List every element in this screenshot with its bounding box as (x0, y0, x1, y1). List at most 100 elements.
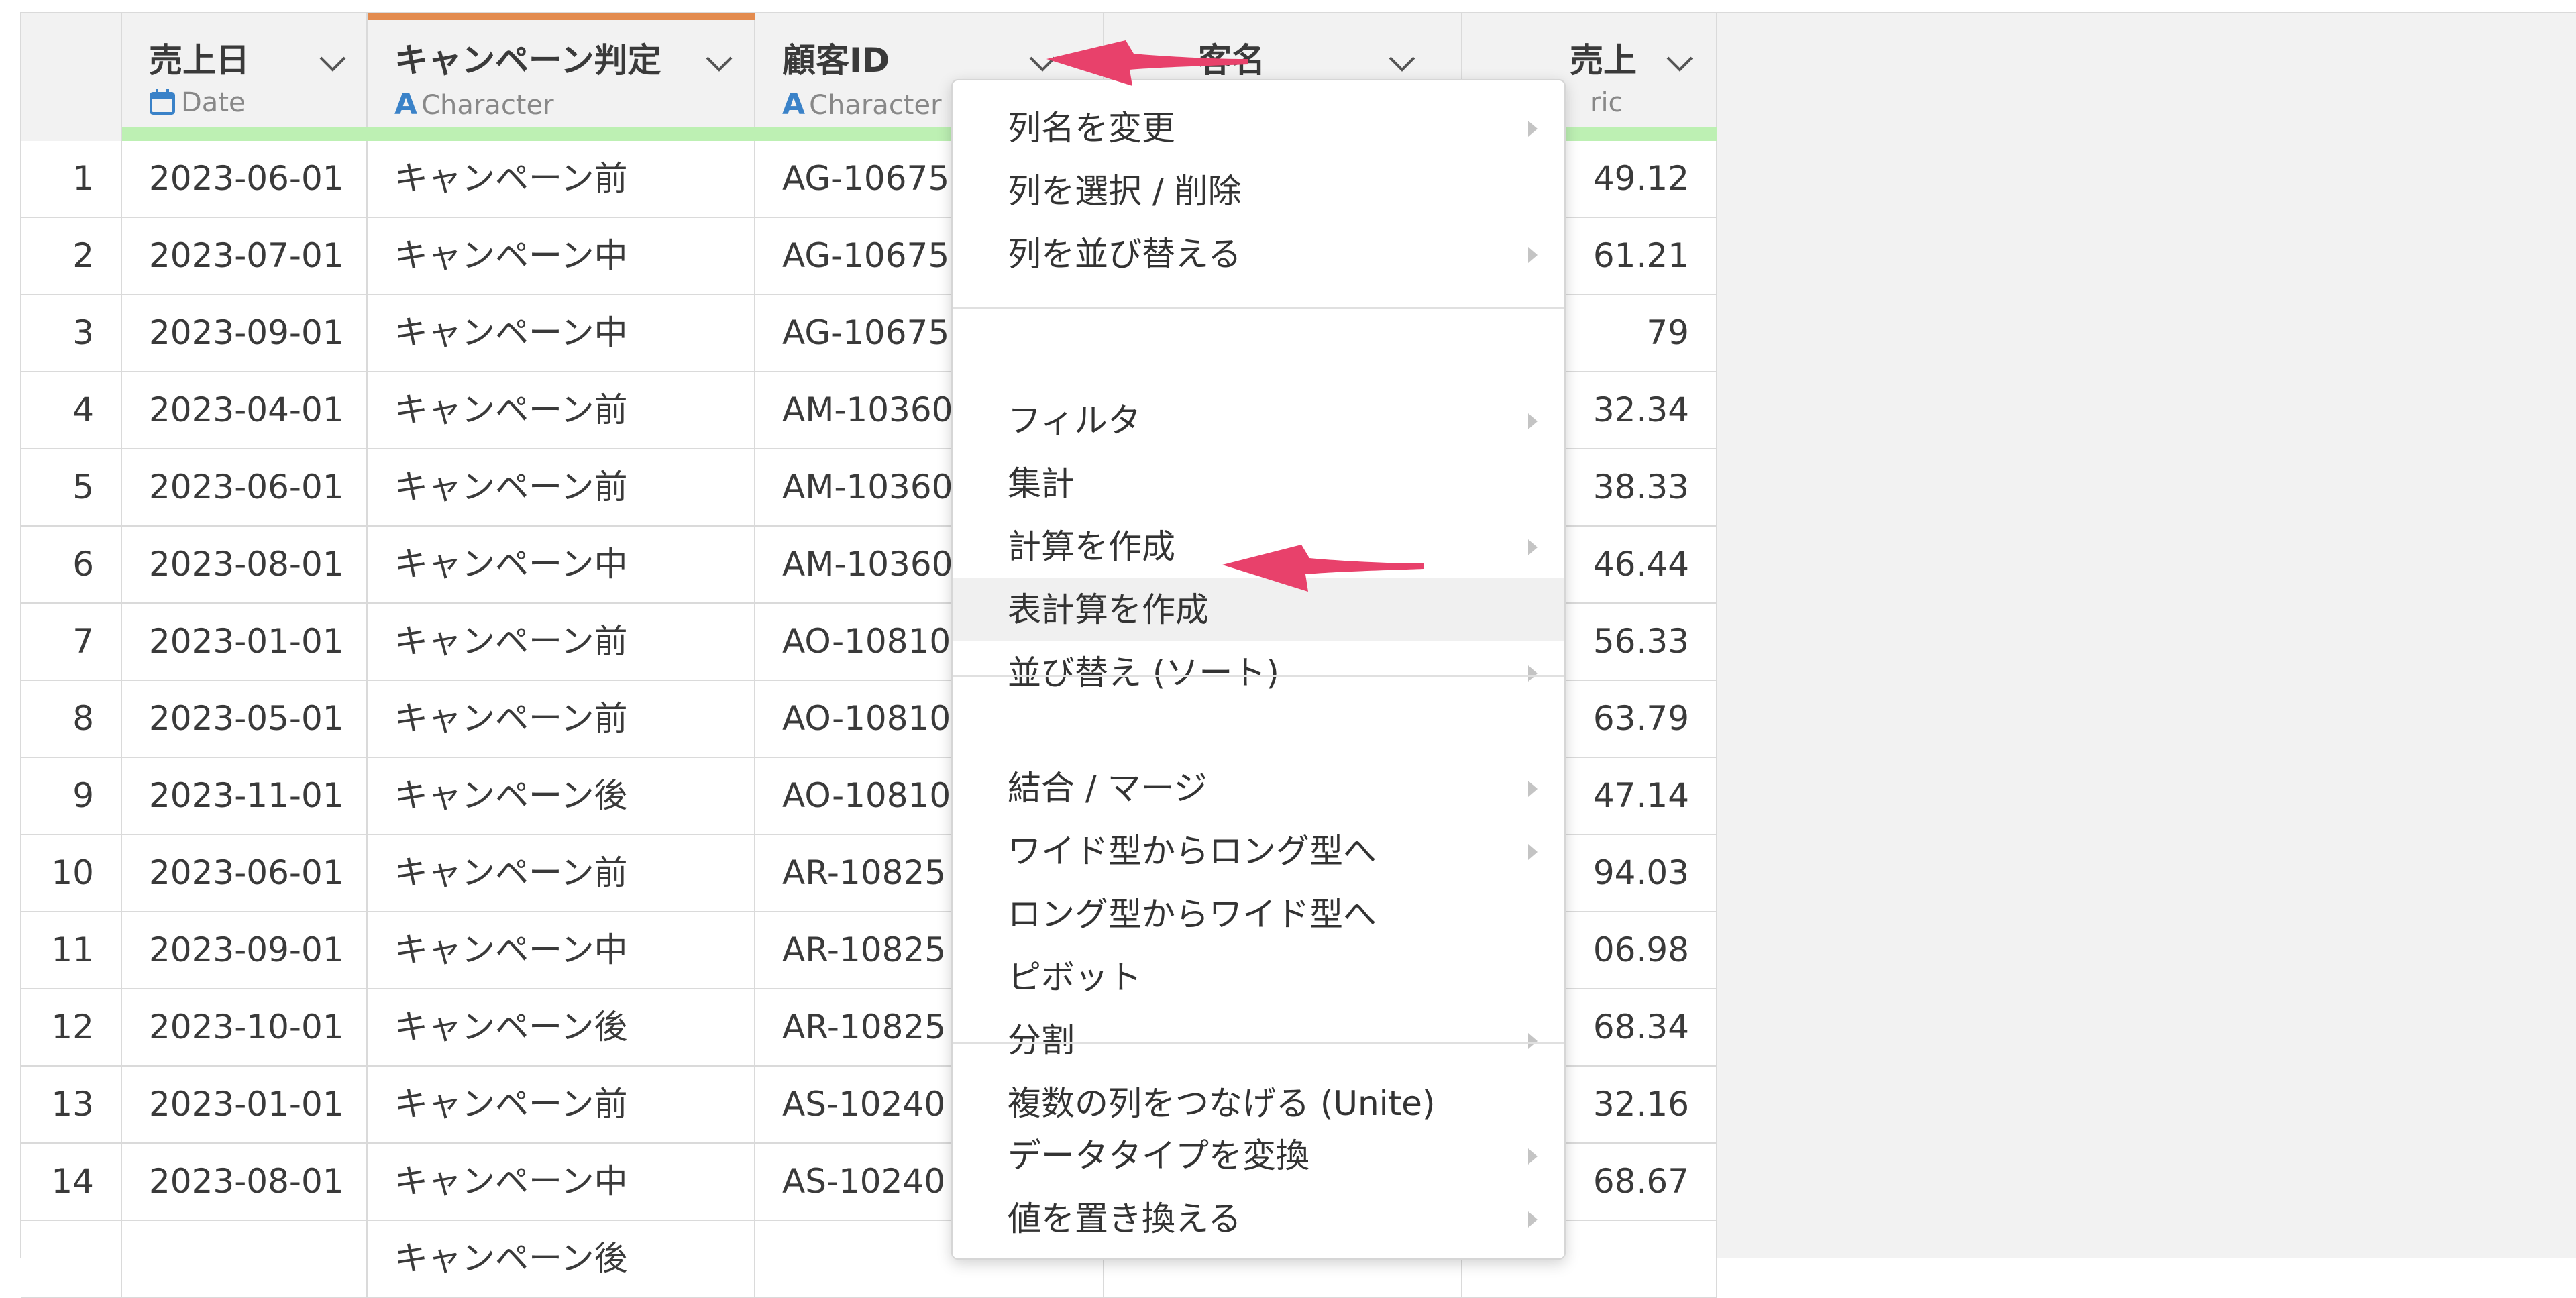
menu-item-label: ピボット (1008, 958, 1142, 997)
column-header-sales-date[interactable]: 売上日 Date (122, 13, 368, 141)
chevron-down-icon[interactable] (317, 52, 349, 74)
menu-separator (953, 307, 1564, 309)
table-cell-date[interactable]: 2023-05-01 (122, 681, 368, 758)
menu-item[interactable]: 値を置き換える (953, 1187, 1564, 1250)
menu-item-label: 表計算を作成 (1008, 590, 1209, 629)
column-type: Date (149, 87, 246, 118)
table-cell-date[interactable]: 2023-06-01 (122, 449, 368, 527)
table-cell-campaign[interactable]: キャンペーン中 (368, 1144, 755, 1221)
submenu-arrow-icon (1528, 247, 1538, 263)
table-cell-date[interactable]: 2023-06-01 (122, 141, 368, 218)
menu-item[interactable]: ピボット (953, 946, 1564, 1009)
row-number: 13 (21, 1067, 122, 1144)
menu-item-label: 複数の列をつなげる (Unite) (1008, 1084, 1436, 1123)
menu-item[interactable]: 列を並び替える (953, 223, 1564, 286)
menu-item-label: 計算を作成 (1008, 527, 1175, 566)
table-cell-campaign[interactable]: キャンペーン前 (368, 372, 755, 449)
row-number: 3 (21, 295, 122, 372)
menu-item[interactable]: 結合 / マージ (953, 757, 1564, 820)
table-cell-date[interactable]: 2023-09-01 (122, 912, 368, 989)
menu-item[interactable]: ワイド型からロング型へ (953, 820, 1564, 883)
row-number: 2 (21, 218, 122, 295)
submenu-arrow-icon (1528, 539, 1538, 555)
table-cell-date[interactable]: 2023-11-01 (122, 758, 368, 835)
active-column-indicator (368, 13, 755, 20)
table-cell-date[interactable]: 2023-08-01 (122, 527, 368, 604)
calendar-icon (150, 89, 175, 115)
row-number: 8 (21, 681, 122, 758)
table-cell-date[interactable]: 2023-06-01 (122, 835, 368, 912)
table-cell-campaign[interactable]: キャンペーン前 (368, 1067, 755, 1144)
column-name: 売上 (1570, 41, 1637, 80)
column-name: 顧客ID (782, 41, 890, 80)
table-cell: キャンペーン後 (368, 1221, 755, 1298)
menu-item-label: 結合 / マージ (1008, 769, 1208, 808)
table-cell-campaign[interactable]: キャンペーン中 (368, 218, 755, 295)
column-type-label: ric (1590, 87, 1623, 118)
table-cell-campaign[interactable]: キャンペーン前 (368, 449, 755, 527)
grid-corner (21, 13, 122, 141)
column-type: A Character (394, 87, 554, 121)
table-cell-campaign[interactable]: キャンペーン前 (368, 604, 755, 681)
chevron-down-icon[interactable] (703, 52, 735, 74)
table-cell-date[interactable]: 2023-10-01 (122, 989, 368, 1067)
row-number: 6 (21, 527, 122, 604)
menu-item-label: ワイド型からロング型へ (1008, 832, 1377, 871)
chevron-down-icon[interactable] (1664, 52, 1696, 74)
menu-item-label: 集計 (1008, 464, 1075, 503)
character-type-icon: A (782, 87, 806, 121)
row-number: 5 (21, 449, 122, 527)
submenu-arrow-icon (1528, 844, 1538, 860)
menu-item[interactable]: フィルタ (953, 389, 1564, 452)
row-number: 4 (21, 372, 122, 449)
character-type-icon: A (394, 87, 418, 121)
annotation-arrow (1046, 40, 1248, 86)
submenu-arrow-icon (1528, 781, 1538, 797)
menu-item-label: ロング型からワイド型へ (1008, 895, 1377, 934)
menu-item[interactable]: データタイプを変換 (953, 1124, 1564, 1187)
table-cell-campaign[interactable]: キャンペーン前 (368, 141, 755, 218)
column-type: A Character (782, 87, 942, 121)
row-number: 7 (21, 604, 122, 681)
column-type-label: Date (181, 87, 246, 118)
column-type-label: Character (809, 90, 942, 121)
menu-separator (953, 675, 1564, 677)
submenu-arrow-icon (1528, 665, 1538, 682)
chevron-down-icon[interactable] (1386, 52, 1418, 74)
table-cell-campaign[interactable]: キャンペーン前 (368, 835, 755, 912)
row-number: 11 (21, 912, 122, 989)
column-context-menu: 列名を変更列を選択 / 削除列を並び替えるフィルタ集計計算を作成表計算を作成並び… (951, 79, 1566, 1260)
table-cell-date[interactable]: 2023-07-01 (122, 218, 368, 295)
menu-item-label: 列を選択 / 削除 (1008, 172, 1242, 211)
menu-item-label: 値を置き換える (1008, 1199, 1242, 1238)
menu-item[interactable]: 分割 (953, 1009, 1564, 1072)
row-number (21, 1221, 122, 1298)
menu-item[interactable]: ロング型からワイド型へ (953, 883, 1564, 946)
menu-item[interactable]: 列名を変更 (953, 97, 1564, 160)
column-name: 売上日 (149, 41, 250, 80)
menu-item-label: データタイプを変換 (1008, 1136, 1309, 1175)
table-cell-date[interactable]: 2023-09-01 (122, 295, 368, 372)
table-cell-date[interactable]: 2023-04-01 (122, 372, 368, 449)
menu-item[interactable]: 集計 (953, 452, 1564, 515)
submenu-arrow-icon (1528, 1148, 1538, 1165)
table-cell-date[interactable]: 2023-01-01 (122, 1067, 368, 1144)
table-cell-campaign[interactable]: キャンペーン後 (368, 989, 755, 1067)
row-number: 9 (21, 758, 122, 835)
table-cell-date[interactable]: 2023-01-01 (122, 604, 368, 681)
menu-item-label: 列名を変更 (1008, 109, 1175, 148)
menu-separator (953, 1042, 1564, 1044)
menu-item[interactable]: 列を選択 / 削除 (953, 160, 1564, 223)
table-cell-date[interactable]: 2023-08-01 (122, 1144, 368, 1221)
table-cell-campaign[interactable]: キャンペーン中 (368, 527, 755, 604)
menu-item-label: フィルタ (1008, 401, 1141, 440)
table-cell-campaign[interactable]: キャンペーン中 (368, 295, 755, 372)
menu-item[interactable]: 並び替え (ソート) (953, 641, 1564, 704)
table-cell-campaign[interactable]: キャンペーン後 (368, 758, 755, 835)
menu-item-label: 分割 (1008, 1021, 1075, 1060)
table-cell-campaign[interactable]: キャンペーン中 (368, 912, 755, 989)
column-header-campaign[interactable]: キャンペーン判定 A Character (368, 13, 755, 141)
table-cell-campaign[interactable]: キャンペーン前 (368, 681, 755, 758)
row-number: 1 (21, 141, 122, 218)
table-cell (122, 1221, 368, 1298)
